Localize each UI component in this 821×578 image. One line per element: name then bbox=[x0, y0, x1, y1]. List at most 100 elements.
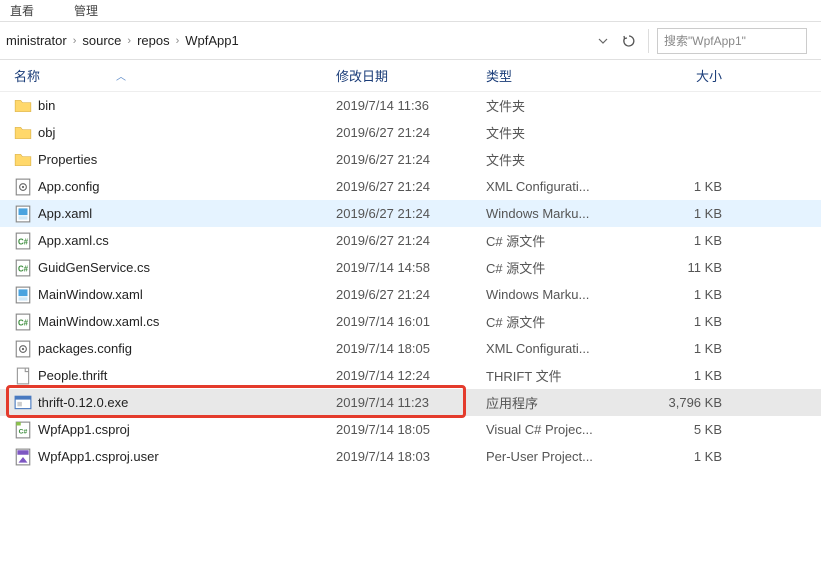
file-name: App.xaml bbox=[38, 206, 336, 221]
config-icon bbox=[14, 178, 32, 196]
file-type: 文件夹 bbox=[486, 123, 636, 142]
toolbar-item-manage[interactable]: 管理 bbox=[74, 2, 98, 19]
file-row[interactable]: C#App.xaml.cs2019/6/27 21:24C# 源文件1 KB bbox=[0, 227, 821, 254]
cs-icon: C# bbox=[14, 259, 32, 277]
xaml-icon bbox=[14, 286, 32, 304]
column-header-date[interactable]: 修改日期 bbox=[336, 66, 486, 85]
file-date: 2019/7/14 11:36 bbox=[336, 98, 486, 113]
file-row[interactable]: App.xaml2019/6/27 21:24Windows Marku...1… bbox=[0, 200, 821, 227]
divider bbox=[648, 29, 649, 53]
breadcrumb-seg[interactable]: repos bbox=[137, 33, 170, 48]
refresh-button[interactable] bbox=[618, 30, 640, 52]
file-type: C# 源文件 bbox=[486, 312, 636, 331]
file-type: XML Configurati... bbox=[486, 179, 636, 194]
xaml-icon bbox=[14, 205, 32, 223]
svg-text:C#: C# bbox=[19, 428, 28, 435]
file-size: 1 KB bbox=[636, 368, 746, 383]
file-row[interactable]: C# MainWindow.xaml.cs2019/7/14 16:01C# 源文… bbox=[0, 308, 821, 335]
columns-header: 名称 ︿ 修改日期 类型 大小 bbox=[0, 60, 821, 92]
csproj-icon: C# bbox=[14, 421, 32, 439]
file-date: 2019/7/14 18:03 bbox=[336, 449, 486, 464]
file-type: XML Configurati... bbox=[486, 341, 636, 356]
file-date: 2019/7/14 12:24 bbox=[336, 368, 486, 383]
file-row[interactable]: bin2019/7/14 11:36文件夹 bbox=[0, 92, 821, 119]
file-row[interactable]: People.thrift2019/7/14 12:24THRIFT 文件1 K… bbox=[0, 362, 821, 389]
file-size: 1 KB bbox=[636, 287, 746, 302]
file-type: Per-User Project... bbox=[486, 449, 636, 464]
column-header-size[interactable]: 大小 bbox=[636, 66, 746, 85]
file-name: App.xaml.cs bbox=[38, 233, 336, 248]
file-name: People.thrift bbox=[38, 368, 336, 383]
user-icon bbox=[14, 448, 32, 466]
file-size: 5 KB bbox=[636, 422, 746, 437]
breadcrumb-seg[interactable]: source bbox=[82, 33, 121, 48]
breadcrumb-seg[interactable]: WpfApp1 bbox=[185, 33, 238, 48]
address-controls: 搜索"WpfApp1" bbox=[592, 28, 821, 54]
file-size: 3,796 KB bbox=[636, 395, 746, 410]
file-type: 文件夹 bbox=[486, 96, 636, 115]
top-toolbar: 直看 管理 bbox=[0, 0, 821, 22]
file-date: 2019/7/14 18:05 bbox=[336, 422, 486, 437]
file-date: 2019/6/27 21:24 bbox=[336, 125, 486, 140]
file-row[interactable]: MainWindow.xaml2019/6/27 21:24Windows Ma… bbox=[0, 281, 821, 308]
cs-icon: C# bbox=[14, 313, 32, 331]
file-name: thrift-0.12.0.exe bbox=[38, 395, 336, 410]
chevron-right-icon: › bbox=[125, 35, 133, 47]
file-row[interactable]: WpfApp1.csproj.user2019/7/14 18:03Per-Us… bbox=[0, 443, 821, 470]
cs-icon: C# bbox=[14, 232, 32, 250]
file-icon bbox=[14, 367, 32, 385]
exe-icon bbox=[14, 394, 32, 412]
file-date: 2019/6/27 21:24 bbox=[336, 152, 486, 167]
file-date: 2019/6/27 21:24 bbox=[336, 179, 486, 194]
file-size: 1 KB bbox=[636, 341, 746, 356]
file-row[interactable]: C#WpfApp1.csproj2019/7/14 18:05Visual C#… bbox=[0, 416, 821, 443]
breadcrumb[interactable]: ministrator › source › repos › WpfApp1 bbox=[0, 33, 592, 48]
file-row[interactable]: C# GuidGenService.cs2019/7/14 14:58C# 源文件… bbox=[0, 254, 821, 281]
file-date: 2019/7/14 11:23 bbox=[336, 395, 486, 410]
file-row[interactable]: obj2019/6/27 21:24文件夹 bbox=[0, 119, 821, 146]
file-date: 2019/7/14 14:58 bbox=[336, 260, 486, 275]
file-type: 文件夹 bbox=[486, 150, 636, 169]
column-header-name[interactable]: 名称 ︿ bbox=[14, 66, 336, 85]
file-name: Properties bbox=[38, 152, 336, 167]
file-size: 11 KB bbox=[636, 260, 746, 275]
column-header-type[interactable]: 类型 bbox=[486, 66, 636, 85]
file-name: packages.config bbox=[38, 341, 336, 356]
svg-text:C#: C# bbox=[18, 318, 29, 327]
file-type: C# 源文件 bbox=[486, 258, 636, 277]
toolbar-item-view[interactable]: 直看 bbox=[10, 2, 34, 19]
file-row[interactable]: Properties2019/6/27 21:24文件夹 bbox=[0, 146, 821, 173]
file-name: obj bbox=[38, 125, 336, 140]
file-name: GuidGenService.cs bbox=[38, 260, 336, 275]
file-type: Windows Marku... bbox=[486, 206, 636, 221]
file-row[interactable]: packages.config2019/7/14 18:05XML Config… bbox=[0, 335, 821, 362]
file-size: 1 KB bbox=[636, 233, 746, 248]
file-type: Windows Marku... bbox=[486, 287, 636, 302]
file-size: 1 KB bbox=[636, 449, 746, 464]
file-name: bin bbox=[38, 98, 336, 113]
file-row[interactable]: thrift-0.12.0.exe2019/7/14 11:23应用程序3,79… bbox=[0, 389, 821, 416]
file-type: Visual C# Projec... bbox=[486, 422, 636, 437]
svg-text:C#: C# bbox=[18, 237, 29, 246]
folder-icon bbox=[14, 97, 32, 115]
file-row[interactable]: App.config2019/6/27 21:24XML Configurati… bbox=[0, 173, 821, 200]
sort-indicator-icon: ︿ bbox=[116, 68, 126, 83]
breadcrumb-seg[interactable]: ministrator bbox=[6, 33, 67, 48]
chevron-right-icon: › bbox=[174, 35, 182, 47]
file-type: C# 源文件 bbox=[486, 231, 636, 250]
file-name: App.config bbox=[38, 179, 336, 194]
folder-icon bbox=[14, 151, 32, 169]
file-date: 2019/6/27 21:24 bbox=[336, 206, 486, 221]
file-name: MainWindow.xaml bbox=[38, 287, 336, 302]
file-size: 1 KB bbox=[636, 179, 746, 194]
search-input[interactable]: 搜索"WpfApp1" bbox=[657, 28, 807, 54]
folder-icon bbox=[14, 124, 32, 142]
address-bar-row: ministrator › source › repos › WpfApp1 搜… bbox=[0, 22, 821, 60]
history-dropdown-button[interactable] bbox=[592, 30, 614, 52]
file-size: 1 KB bbox=[636, 206, 746, 221]
file-size: 1 KB bbox=[636, 314, 746, 329]
config-icon bbox=[14, 340, 32, 358]
file-date: 2019/7/14 16:01 bbox=[336, 314, 486, 329]
file-name: MainWindow.xaml.cs bbox=[38, 314, 336, 329]
file-type: THRIFT 文件 bbox=[486, 366, 636, 385]
